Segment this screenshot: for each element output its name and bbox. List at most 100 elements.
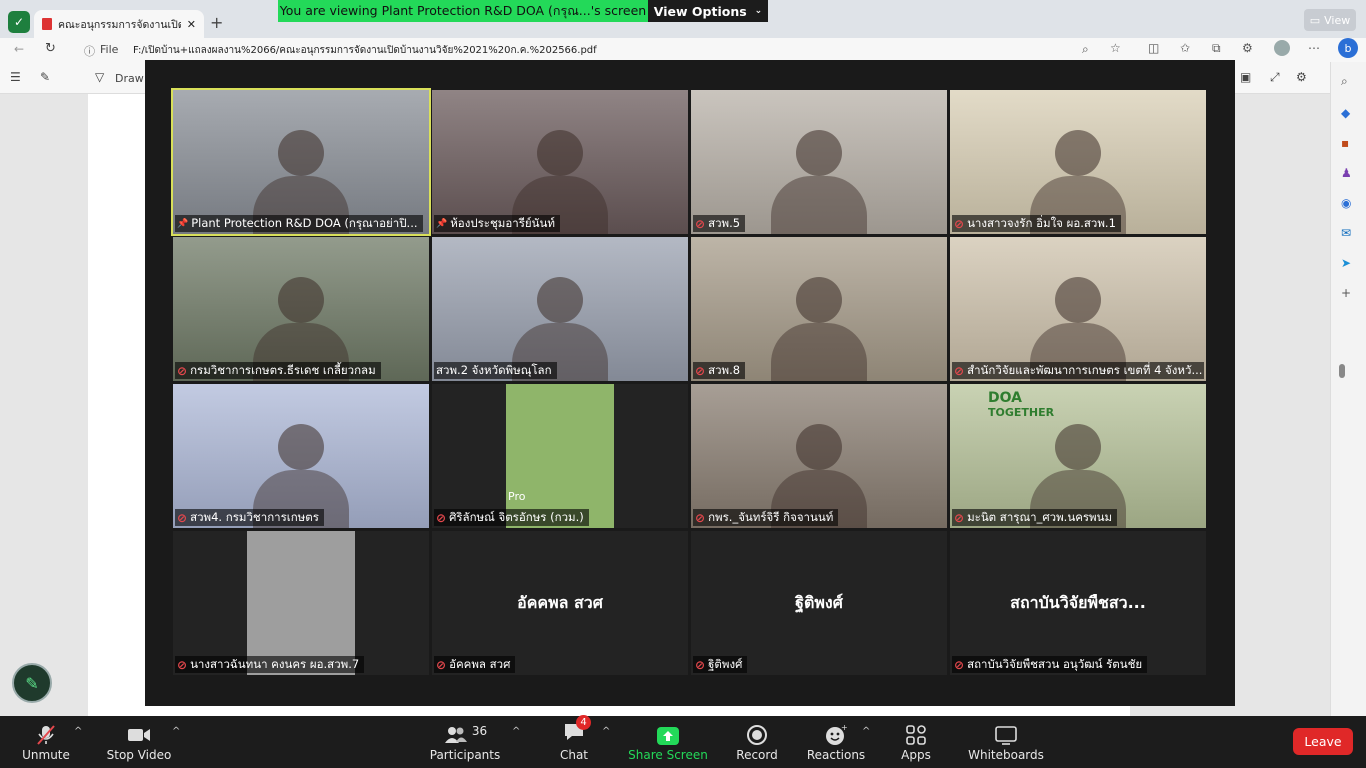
draw-label[interactable]: Draw — [115, 72, 144, 85]
address-bar: ← ↻ ⓘ File F:/เปิดบ้าน+แถลงผลงาน%2066/คณ… — [0, 38, 1366, 62]
shield-icon[interactable]: ✓ — [8, 11, 30, 33]
add-icon[interactable]: + — [1341, 286, 1351, 300]
reactions-button[interactable]: + Reactions — [806, 716, 866, 768]
send-icon[interactable]: ➤ — [1341, 256, 1351, 270]
scrollbar-thumb[interactable] — [1339, 364, 1345, 378]
favorite-icon[interactable]: ☆ — [1110, 41, 1121, 55]
leave-label: Leave — [1304, 734, 1342, 749]
favorites-icon[interactable]: ✩ — [1180, 41, 1190, 55]
participant-name: มะนิต สารุณา_ศวพ.นครพนม — [967, 509, 1113, 524]
audio-options-chevron-icon[interactable]: ^ — [74, 726, 82, 737]
share-banner: You are viewing Plant Protection R&D DOA… — [278, 0, 768, 22]
participant-tile[interactable]: สวพ.2 จังหวัดพิษณุโลก — [432, 237, 688, 381]
whiteboards-button[interactable]: Whiteboards — [966, 716, 1046, 768]
share-screen-button[interactable]: Share Screen — [628, 716, 708, 768]
url-input[interactable]: F:/เปิดบ้าน+แถลงผลงาน%2066/คณะอนุกรรมการ… — [133, 43, 933, 58]
annotate-pen-button[interactable]: ✎ — [12, 663, 52, 703]
muted-microphone-icon: ⊘ — [954, 216, 965, 231]
participants-button[interactable]: 36 Participants — [428, 716, 502, 768]
tag-icon[interactable]: ◆ — [1341, 106, 1350, 120]
new-tab-icon[interactable]: + — [210, 13, 223, 32]
collections-icon[interactable]: ⧉ — [1212, 41, 1221, 56]
participant-tile[interactable]: ⊘ สำนักวิจัยและพัฒนาการเกษตร เขตที่ 4 จัง… — [950, 237, 1206, 381]
reactions-chevron-icon[interactable]: ^ — [862, 726, 870, 737]
reactions-icon: + — [826, 724, 848, 745]
microphone-muted-icon — [37, 725, 55, 745]
participant-tile[interactable]: ⊘ สวพ.8 — [691, 237, 947, 381]
participant-name-label: สวพ.2 จังหวัดพิษณุโลก — [434, 362, 557, 379]
video-options-chevron-icon[interactable]: ^ — [172, 726, 180, 737]
profile-avatar[interactable] — [1274, 40, 1290, 56]
settings-icon[interactable]: ⚙ — [1296, 70, 1307, 84]
participant-tile[interactable]: 📌 ห้องประชุมอารีย์นันท์ — [432, 90, 688, 234]
participant-name-label: ⊘ สวพ4. กรมวิชาการเกษตร — [175, 509, 324, 526]
apps-button[interactable]: Apps — [894, 716, 938, 768]
draw-icon[interactable]: ▽ — [95, 70, 104, 84]
games-icon[interactable]: ♟ — [1341, 166, 1352, 180]
participant-tile[interactable]: ⊘ กพร._จันทร์จิรี กิจจานนท์ — [691, 384, 947, 528]
highlight-icon[interactable]: ✎ — [40, 70, 50, 84]
participant-tile[interactable]: 📌 Plant Protection R&D DOA (กรุณาอย่าปิ..… — [171, 88, 431, 236]
extensions-icon[interactable]: ⚙ — [1242, 41, 1253, 55]
participant-tile[interactable]: ⊘ นางสาวจงรัก อิ่มใจ ผอ.สวพ.1 — [950, 90, 1206, 234]
view-options-button[interactable]: View Options ⌄ — [648, 0, 768, 22]
participant-tile[interactable]: ⊘ กรมวิชาการเกษตร.ธีรเดช เกลี้ยวกลม — [173, 237, 429, 381]
chat-chevron-icon[interactable]: ^ — [602, 726, 610, 737]
participant-name: สวพ4. กรมวิชาการเกษตร — [190, 509, 319, 524]
chat-button[interactable]: 4 Chat — [552, 715, 596, 768]
chevron-down-icon: ⌄ — [754, 6, 763, 16]
unmute-button[interactable]: Unmute — [14, 716, 78, 768]
copilot-icon[interactable]: b — [1338, 38, 1358, 58]
view-button[interactable]: ▭ View — [1304, 9, 1356, 31]
zoom-icon[interactable]: ⌕ — [1082, 42, 1089, 57]
participant-tile[interactable]: Pro ⊘ ศิริลักษณ์ จิตรอักษร (กวม.) — [432, 384, 688, 528]
participants-chevron-icon[interactable]: ^ — [512, 726, 520, 737]
close-icon[interactable]: ✕ — [187, 18, 196, 31]
participant-name: ศิริลักษณ์ จิตรอักษร (กวม.) — [449, 509, 584, 524]
fullscreen-icon[interactable]: ⤢ — [1270, 70, 1280, 85]
inset-video — [247, 531, 355, 675]
participant-silhouette — [278, 130, 324, 176]
participant-name: นางสาวจงรัก อิ่มใจ ผอ.สวพ.1 — [967, 215, 1116, 230]
office-icon[interactable]: ◉ — [1341, 196, 1351, 210]
search-icon[interactable]: ⌕ — [1341, 74, 1348, 89]
briefcase-icon[interactable]: ▪ — [1341, 136, 1349, 150]
muted-microphone-icon: ⊘ — [954, 510, 965, 525]
participant-tile[interactable]: ⊘ นางสาวฉันทนา คงนคร ผอ.สวพ.7 — [173, 531, 429, 675]
participant-name-label: ⊘ กพร._จันทร์จิรี กิจจานนท์ — [693, 509, 839, 526]
participant-tile[interactable]: ฐิติพงศ์ ⊘ ฐิติพงศ์ — [691, 531, 947, 675]
reactions-label: Reactions — [806, 748, 866, 762]
apps-icon — [906, 725, 926, 745]
doa-logo: DOA — [988, 390, 1022, 406]
outlook-icon[interactable]: ✉ — [1341, 226, 1351, 240]
back-icon[interactable]: ← — [14, 42, 24, 56]
more-icon[interactable]: ⋯ — [1308, 41, 1320, 55]
leave-button[interactable]: Leave — [1293, 728, 1353, 755]
muted-microphone-icon: ⊘ — [177, 363, 188, 378]
save-icon[interactable]: ▣ — [1240, 70, 1251, 84]
pen-icon: ✎ — [25, 673, 39, 693]
muted-microphone-icon: ⊘ — [436, 510, 447, 525]
participant-tile[interactable]: ⊘ สวพ4. กรมวิชาการเกษตร — [173, 384, 429, 528]
participant-tile[interactable]: สถาบันวิจัยพืชสว... ⊘ สถาบันวิจัยพืชสวน อน… — [950, 531, 1206, 675]
stop-video-button[interactable]: Stop Video — [104, 716, 174, 768]
participant-name-label: 📌 ห้องประชุมอารีย์นันท์ — [434, 215, 560, 232]
participant-tile[interactable]: ⊘ สวพ.5 — [691, 90, 947, 234]
refresh-icon[interactable]: ↻ — [45, 41, 56, 56]
participant-silhouette — [796, 424, 842, 470]
participant-tile[interactable]: อัคคพล สวศ ⊘ อัคคพล สวศ — [432, 531, 688, 675]
split-icon[interactable]: ◫ — [1148, 41, 1159, 55]
participant-name: สวพ.5 — [708, 215, 741, 230]
share-banner-message: You are viewing Plant Protection R&D DOA… — [279, 3, 647, 18]
participant-display-name: ฐิติพงศ์ — [795, 592, 843, 612]
participant-silhouette — [537, 277, 583, 323]
apps-label: Apps — [901, 748, 931, 762]
contents-icon[interactable]: ☰ — [10, 70, 21, 84]
participant-name: Plant Protection R&D DOA (กรุณาอย่าปิ... — [191, 215, 418, 230]
record-button[interactable]: Record — [732, 716, 782, 768]
pro-label: Pro — [508, 490, 526, 503]
participant-tile[interactable]: DOA TOGETHER ⊘ มะนิต สารุณา_ศวพ.นครพนม — [950, 384, 1206, 528]
participant-silhouette — [796, 277, 842, 323]
browser-tab[interactable]: คณะอนุกรรมการจัดงานเปิดบ้านงานวิจัย ✕ — [34, 10, 204, 38]
muted-microphone-icon: ⊘ — [177, 657, 188, 672]
